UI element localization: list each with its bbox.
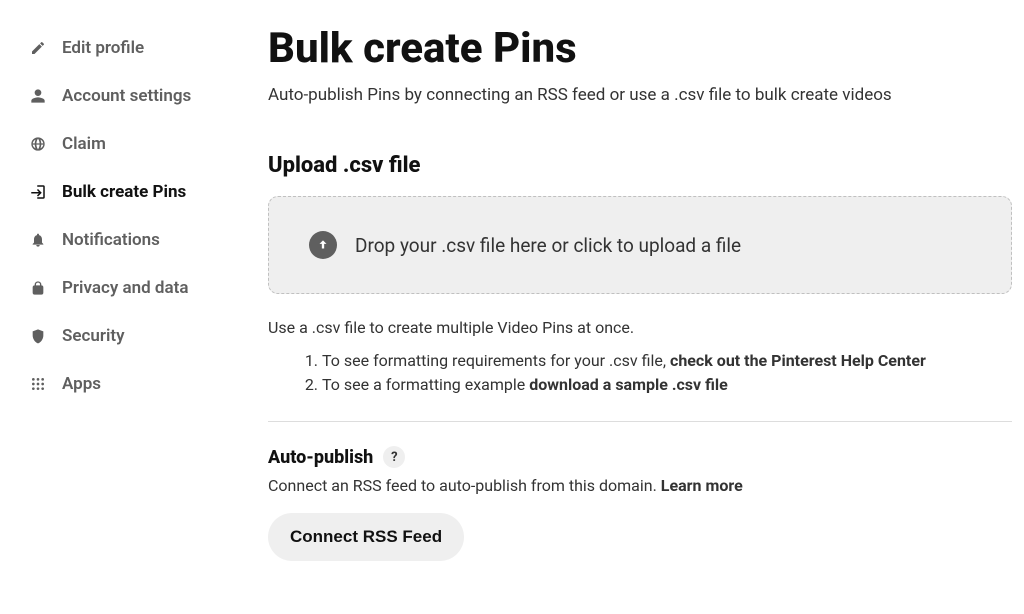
person-icon	[28, 86, 48, 106]
grid-icon	[28, 374, 48, 394]
upload-heading: Upload .csv file	[268, 153, 1012, 178]
sidebar-item-claim[interactable]: Claim	[24, 120, 244, 168]
step-2: To see a formatting example download a s…	[322, 373, 1012, 397]
download-sample-link[interactable]: download a sample .csv file	[529, 375, 728, 394]
sidebar-item-apps[interactable]: Apps	[24, 360, 244, 408]
sidebar-item-privacy-data[interactable]: Privacy and data	[24, 264, 244, 312]
connect-rss-button[interactable]: Connect RSS Feed	[268, 513, 464, 561]
upload-help-text: Use a .csv file to create multiple Video…	[268, 318, 1012, 337]
section-divider	[268, 421, 1012, 422]
settings-sidebar: Edit profile Account settings Claim Bulk…	[24, 24, 244, 561]
auto-publish-header: Auto-publish ?	[268, 446, 1012, 468]
page-subtitle: Auto-publish Pins by connecting an RSS f…	[268, 85, 1012, 105]
page-title: Bulk create Pins	[268, 24, 1012, 73]
help-icon[interactable]: ?	[383, 446, 405, 468]
step-2-text: To see a formatting example	[322, 375, 529, 394]
sidebar-item-bulk-create-pins[interactable]: Bulk create Pins	[24, 168, 244, 216]
sidebar-item-label: Apps	[62, 374, 101, 394]
dropzone-text: Drop your .csv file here or click to upl…	[355, 234, 741, 257]
sidebar-item-account-settings[interactable]: Account settings	[24, 72, 244, 120]
upload-icon	[309, 231, 337, 259]
upload-steps-list: To see formatting requirements for your …	[268, 349, 1012, 397]
learn-more-link[interactable]: Learn more	[661, 476, 743, 495]
sidebar-item-label: Edit profile	[62, 38, 144, 58]
sidebar-item-label: Notifications	[62, 230, 160, 250]
auto-publish-desc-text: Connect an RSS feed to auto-publish from…	[268, 476, 661, 495]
lock-icon	[28, 278, 48, 298]
main-content: Bulk create Pins Auto-publish Pins by co…	[244, 24, 1012, 561]
step-1: To see formatting requirements for your …	[322, 349, 1012, 373]
sidebar-item-label: Claim	[62, 134, 106, 154]
csv-dropzone[interactable]: Drop your .csv file here or click to upl…	[268, 196, 1012, 294]
globe-icon	[28, 134, 48, 154]
import-icon	[28, 182, 48, 202]
auto-publish-heading: Auto-publish	[268, 447, 373, 468]
sidebar-item-label: Privacy and data	[62, 278, 188, 298]
bell-icon	[28, 230, 48, 250]
sidebar-item-label: Account settings	[62, 86, 191, 106]
pencil-icon	[28, 38, 48, 58]
sidebar-item-security[interactable]: Security	[24, 312, 244, 360]
sidebar-item-label: Security	[62, 326, 125, 346]
shield-icon	[28, 326, 48, 346]
sidebar-item-label: Bulk create Pins	[62, 182, 186, 202]
sidebar-item-edit-profile[interactable]: Edit profile	[24, 24, 244, 72]
auto-publish-description: Connect an RSS feed to auto-publish from…	[268, 476, 1012, 495]
help-center-link[interactable]: check out the Pinterest Help Center	[670, 351, 926, 370]
step-1-text: To see formatting requirements for your …	[322, 351, 670, 370]
sidebar-item-notifications[interactable]: Notifications	[24, 216, 244, 264]
